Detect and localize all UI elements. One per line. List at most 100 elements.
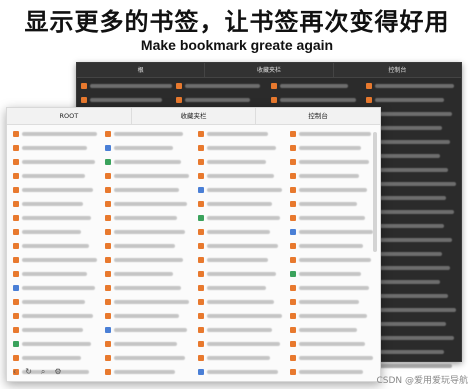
- dark-bookmark-item[interactable]: [366, 95, 457, 105]
- bookmark-favicon-icon: [13, 187, 19, 193]
- bookmark-item[interactable]: [289, 325, 374, 335]
- bookmark-favicon-icon: [13, 145, 19, 151]
- dark-bookmark-item[interactable]: [81, 81, 172, 91]
- bookmark-item[interactable]: [13, 353, 97, 363]
- bookmark-title-blurred: [114, 258, 183, 262]
- bookmark-favicon-icon: [105, 341, 112, 347]
- bookmark-item[interactable]: [289, 199, 374, 209]
- bookmark-item[interactable]: [105, 325, 189, 335]
- bookmark-item[interactable]: [197, 129, 282, 139]
- dark-column-root[interactable]: 根: [77, 63, 204, 77]
- bookmark-item[interactable]: [13, 129, 98, 139]
- bookmark-item[interactable]: [105, 157, 189, 167]
- dark-bookmark-item[interactable]: [271, 95, 362, 105]
- bookmark-item[interactable]: [13, 269, 97, 279]
- bookmark-title-blurred: [375, 154, 440, 158]
- bookmark-item[interactable]: [105, 311, 189, 321]
- settings-icon[interactable]: ⚙: [54, 367, 61, 377]
- bookmark-item[interactable]: [197, 269, 282, 279]
- bookmark-item[interactable]: [105, 283, 189, 293]
- bookmark-item[interactable]: [105, 241, 189, 251]
- light-column-root[interactable]: ROOT: [7, 108, 131, 124]
- bookmark-item[interactable]: [289, 269, 374, 279]
- bookmark-item[interactable]: [13, 213, 97, 223]
- bookmark-item[interactable]: [289, 143, 374, 153]
- bookmark-item[interactable]: [197, 199, 282, 209]
- bookmark-item[interactable]: [13, 255, 98, 265]
- bookmark-item[interactable]: [197, 157, 282, 167]
- bookmark-item[interactable]: [105, 339, 189, 349]
- bookmark-item[interactable]: [197, 367, 282, 377]
- bookmark-item[interactable]: [105, 213, 189, 223]
- dark-column-console[interactable]: 控制台: [332, 63, 461, 77]
- bookmark-item[interactable]: [197, 297, 282, 307]
- light-column-console[interactable]: 控制台: [255, 108, 380, 124]
- bookmark-favicon-icon: [13, 355, 19, 361]
- bookmark-item[interactable]: [197, 353, 282, 363]
- bookmark-title-blurred: [185, 84, 260, 88]
- bookmark-item[interactable]: [197, 283, 282, 293]
- bookmark-item[interactable]: [13, 227, 97, 237]
- bookmark-item[interactable]: [13, 311, 97, 321]
- dark-bookmark-item[interactable]: [176, 95, 267, 105]
- bookmark-item[interactable]: [105, 297, 189, 307]
- refresh-icon[interactable]: ↻: [25, 367, 32, 377]
- bookmark-item[interactable]: [289, 311, 374, 321]
- bookmark-item[interactable]: [289, 353, 374, 363]
- bookmark-item[interactable]: [197, 325, 282, 335]
- bookmark-item[interactable]: [105, 185, 189, 195]
- bookmark-item[interactable]: [197, 241, 282, 251]
- bookmark-item[interactable]: [13, 297, 97, 307]
- dark-bookmark-item[interactable]: [271, 81, 362, 91]
- bookmark-item[interactable]: [13, 143, 97, 153]
- bookmark-item[interactable]: [13, 283, 97, 293]
- bookmark-item[interactable]: [105, 255, 189, 265]
- bookmark-item[interactable]: [289, 213, 374, 223]
- dark-bookmark-item[interactable]: [176, 81, 267, 91]
- bookmark-item[interactable]: [289, 241, 374, 251]
- bookmark-item[interactable]: [105, 353, 189, 363]
- bookmark-item[interactable]: [13, 241, 97, 251]
- bookmark-item[interactable]: [105, 199, 189, 209]
- bookmark-favicon-icon: [13, 243, 19, 249]
- bookmark-item[interactable]: [197, 227, 282, 237]
- bookmark-item[interactable]: [289, 157, 374, 167]
- bookmark-item[interactable]: [13, 339, 97, 349]
- dark-column-favorites[interactable]: 收藏夹栏: [204, 63, 332, 77]
- bookmark-item[interactable]: [13, 325, 97, 335]
- bookmark-item[interactable]: [13, 171, 97, 181]
- light-column-favorites[interactable]: 收藏夹栏: [130, 108, 256, 124]
- bookmark-item[interactable]: [289, 297, 374, 307]
- bookmark-item[interactable]: [13, 157, 97, 167]
- bookmark-item[interactable]: [197, 255, 282, 265]
- dark-bookmark-item[interactable]: [366, 81, 457, 91]
- bookmark-item[interactable]: [289, 129, 374, 139]
- bookmark-item[interactable]: [289, 339, 374, 349]
- bookmark-item[interactable]: [289, 185, 374, 195]
- bookmark-item[interactable]: [289, 227, 374, 237]
- bookmark-item[interactable]: [13, 185, 97, 195]
- bookmark-item[interactable]: [289, 171, 374, 181]
- bookmark-item[interactable]: [105, 227, 189, 237]
- dark-bookmark-item[interactable]: [81, 95, 172, 105]
- bookmark-item[interactable]: [197, 311, 282, 321]
- bookmark-item[interactable]: [289, 255, 374, 265]
- bookmark-item[interactable]: [197, 185, 282, 195]
- bookmark-item[interactable]: [105, 129, 189, 139]
- scrollbar[interactable]: [373, 132, 377, 252]
- bookmark-item[interactable]: [289, 283, 374, 293]
- bookmark-item[interactable]: [197, 143, 282, 153]
- bookmark-item[interactable]: [105, 367, 189, 377]
- search-icon[interactable]: ⌕: [41, 367, 45, 377]
- back-icon[interactable]: ‹: [13, 367, 16, 377]
- bookmark-item[interactable]: [105, 171, 189, 181]
- bookmark-item[interactable]: [197, 213, 282, 223]
- bookmark-item[interactable]: [13, 199, 97, 209]
- bookmark-item[interactable]: [289, 367, 374, 377]
- bookmark-favicon-icon: [289, 313, 296, 319]
- bookmark-item[interactable]: [105, 143, 189, 153]
- bookmark-title-blurred: [206, 188, 282, 192]
- bookmark-item[interactable]: [105, 269, 189, 279]
- bookmark-item[interactable]: [197, 339, 282, 349]
- bookmark-item[interactable]: [197, 171, 282, 181]
